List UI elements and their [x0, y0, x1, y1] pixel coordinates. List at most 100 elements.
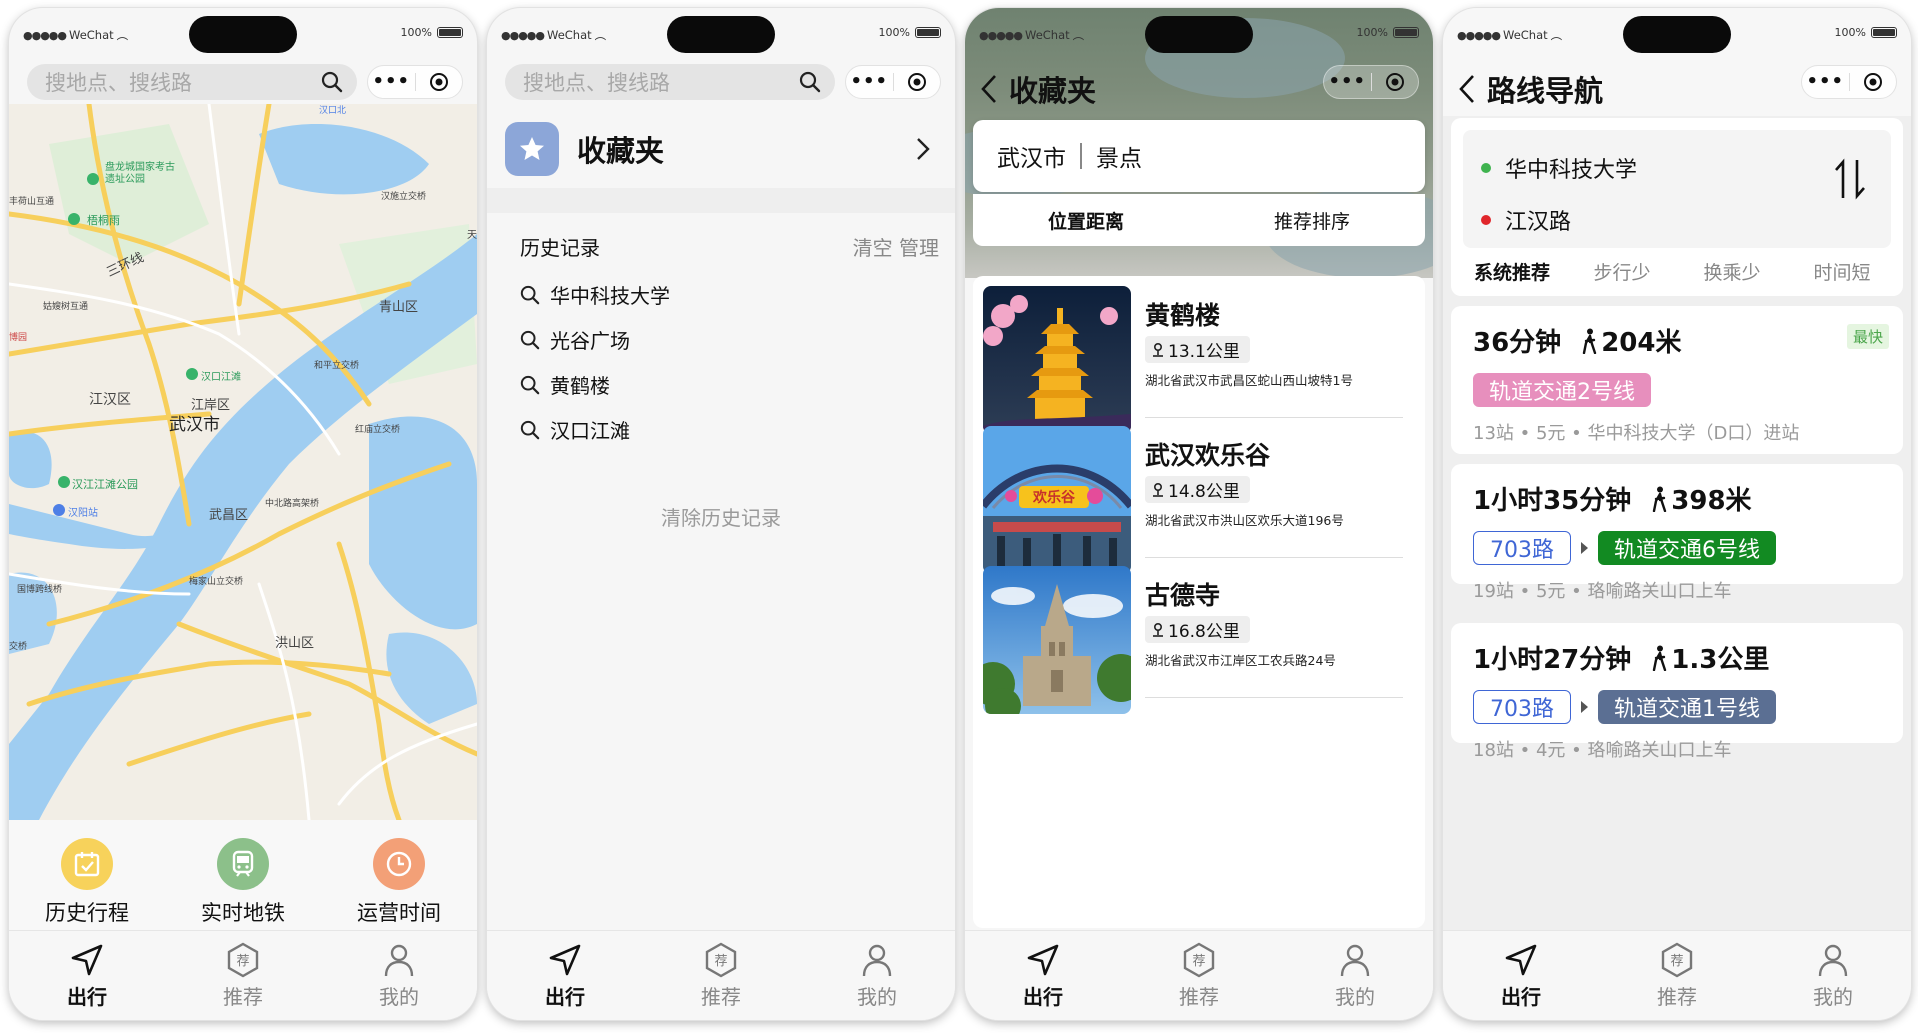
history-item-label: 黄鹤楼	[550, 374, 610, 398]
search-icon	[520, 285, 540, 304]
route-plan-card[interactable]: 36分钟 204米 最快 轨道交通2号线 13站 • 5元 • 华中科技大学（D…	[1451, 306, 1903, 454]
metro-line-pill: 轨道交通2号线	[1473, 373, 1651, 407]
place-card[interactable]: 欢乐谷 武汉欢乐谷 14.8公里 湖北省武汉市洪山区欢乐大道196号	[983, 426, 1403, 576]
tab-recommend[interactable]: 荐 推荐	[1121, 931, 1277, 1020]
tab-travel[interactable]: 出行	[1443, 931, 1599, 1020]
wifi-icon: ︵	[116, 28, 129, 42]
close-target-icon[interactable]	[1850, 72, 1897, 92]
back-chevron-icon[interactable]	[1457, 73, 1477, 105]
more-icon[interactable]: •••	[1802, 67, 1849, 97]
tab-system-recommend[interactable]: 系统推荐	[1457, 258, 1567, 285]
map-label: 汉口江滩	[201, 372, 241, 383]
history-item-label: 光谷广场	[550, 329, 630, 353]
favorites-entry[interactable]: 收藏夹	[487, 114, 955, 184]
tab-recommend[interactable]: 荐 推荐	[165, 931, 321, 1020]
plan-lines: 703路 轨道交通1号线	[1473, 690, 1903, 724]
user-icon	[1818, 944, 1848, 977]
page-title: 收藏夹	[1009, 74, 1097, 108]
swap-icon[interactable]	[1833, 158, 1867, 200]
signal-icon: ●●●●●	[1457, 28, 1501, 42]
category-label[interactable]: 景点	[1096, 139, 1142, 173]
city-label[interactable]: 武汉市	[997, 139, 1066, 173]
plan-lines: 轨道交通2号线	[1473, 373, 1903, 407]
search-input[interactable]: 搜地点、搜线路	[505, 64, 835, 100]
svg-text:欢乐谷: 欢乐谷	[1032, 489, 1076, 506]
more-icon[interactable]: •••	[846, 67, 893, 97]
route-plan-card[interactable]: 1小时27分钟 1.3公里 703路 轨道交通1号线 18站 • 4元 • 珞喻…	[1451, 623, 1903, 761]
place-distance: 14.8公里	[1168, 482, 1240, 502]
tab-travel[interactable]: 出行	[487, 931, 643, 1020]
bus-line-pill: 703路	[1473, 690, 1571, 724]
more-icon[interactable]: •••	[368, 67, 415, 97]
map-label: 和平立交桥	[314, 361, 360, 371]
history-item[interactable]: 华中科技大学	[520, 272, 670, 317]
origin-field[interactable]: 华中科技大学	[1481, 152, 1637, 184]
tab-shortest-time[interactable]: 时间短	[1787, 258, 1897, 285]
bus-line-pill: 703路	[1473, 531, 1571, 565]
tab-mine[interactable]: 我的	[1755, 931, 1911, 1020]
search-icon[interactable]	[799, 71, 821, 93]
city-category-filter[interactable]: 武汉市 景点	[973, 120, 1425, 192]
plan-duration: 36分钟	[1473, 328, 1562, 358]
tab-label: 我的	[1813, 985, 1853, 1009]
tab-travel[interactable]: 出行	[965, 931, 1121, 1020]
history-item[interactable]: 黄鹤楼	[520, 362, 670, 407]
quick-operating-hours[interactable]: 运营时间	[339, 838, 459, 930]
map-label: 武汉市	[169, 415, 220, 435]
search-input[interactable]: 搜地点、搜线路	[27, 64, 357, 100]
map-label: 国博跨线桥	[17, 585, 63, 595]
star-icon	[505, 122, 559, 176]
tab-bar: 出行 荐 推荐 我的	[9, 930, 477, 1020]
quick-history-trips[interactable]: 历史行程	[27, 838, 147, 930]
tab-mine[interactable]: 我的	[1277, 931, 1433, 1020]
search-icon[interactable]	[321, 71, 343, 93]
svg-text:荐: 荐	[1192, 954, 1205, 969]
page-header: 收藏夹	[979, 68, 1096, 110]
carrier-label: WeChat	[547, 28, 592, 42]
tab-less-walking[interactable]: 步行少	[1567, 258, 1677, 285]
plan-duration: 1小时35分钟	[1473, 486, 1632, 516]
back-chevron-icon[interactable]	[979, 73, 999, 105]
user-icon	[862, 944, 892, 977]
place-card[interactable]: 古德寺 16.8公里 湖北省武汉市江岸区工农兵路24号	[983, 566, 1403, 716]
clear-history-button[interactable]: 清除历史记录	[487, 502, 955, 531]
history-item[interactable]: 汉口江滩	[520, 407, 670, 452]
tab-label: 推荐	[1657, 985, 1697, 1009]
tab-mine[interactable]: 我的	[321, 931, 477, 1020]
place-card[interactable]: 黄鹤楼 13.1公里 湖北省武汉市武昌区蛇山西山坡特1号	[983, 286, 1403, 436]
transfer-arrow-icon	[1581, 701, 1588, 713]
tab-mine[interactable]: 我的	[799, 931, 955, 1020]
sort-by-distance[interactable]: 位置距离	[973, 207, 1199, 234]
tab-recommend[interactable]: 荐 推荐	[1599, 931, 1755, 1020]
more-icon[interactable]: •••	[1324, 67, 1371, 97]
map-label: 交桥	[9, 642, 28, 652]
sort-by-recommend[interactable]: 推荐排序	[1199, 207, 1425, 234]
search-icon	[520, 375, 540, 394]
place-address: 湖北省武汉市江岸区工农兵路24号	[1145, 653, 1336, 668]
history-ops[interactable]: 清空 管理	[853, 232, 939, 261]
divider	[487, 188, 955, 213]
route-plan-card[interactable]: 1小时35分钟 398米 703路 轨道交通6号线 19站 • 5元 • 珞喻路…	[1451, 464, 1903, 602]
search-icon	[520, 330, 540, 349]
origin-dot-icon	[1481, 163, 1491, 173]
plan-summary: 1小时35分钟 398米	[1473, 480, 1903, 517]
map-label: 汉江江滩公园	[72, 478, 138, 491]
close-target-icon[interactable]	[894, 72, 941, 92]
destination-field[interactable]: 江汉路	[1481, 204, 1571, 236]
signal-icon: ●●●●●	[979, 28, 1023, 42]
tab-fewer-transfers[interactable]: 换乘少	[1677, 258, 1787, 285]
map-view[interactable]: 三环线 江汉区 江岸区 武汉市 青山区 武昌区 洪山区 汉口江滩 汉江江滩公园 …	[9, 104, 477, 820]
history-item[interactable]: 光谷广场	[520, 317, 670, 362]
recommend-icon: 荐	[705, 942, 737, 978]
history-header: 历史记录 清空 管理	[520, 232, 939, 261]
tab-travel[interactable]: 出行	[9, 931, 165, 1020]
close-target-icon[interactable]	[416, 72, 463, 92]
wifi-icon: ︵	[594, 28, 607, 42]
tab-recommend[interactable]: 荐 推荐	[643, 931, 799, 1020]
close-target-icon[interactable]	[1372, 72, 1419, 92]
quick-live-metro[interactable]: 实时地铁	[183, 838, 303, 930]
mini-program-capsule: •••	[845, 65, 941, 99]
search-icon	[520, 420, 540, 439]
phone-screen-map: ●●●●● WeChat ︵ 100% 三环线 江汉区 江岸区 武汉市 青山区 …	[9, 8, 477, 1020]
route-strategy-tabs: 系统推荐 步行少 换乘少 时间短	[1451, 258, 1903, 285]
